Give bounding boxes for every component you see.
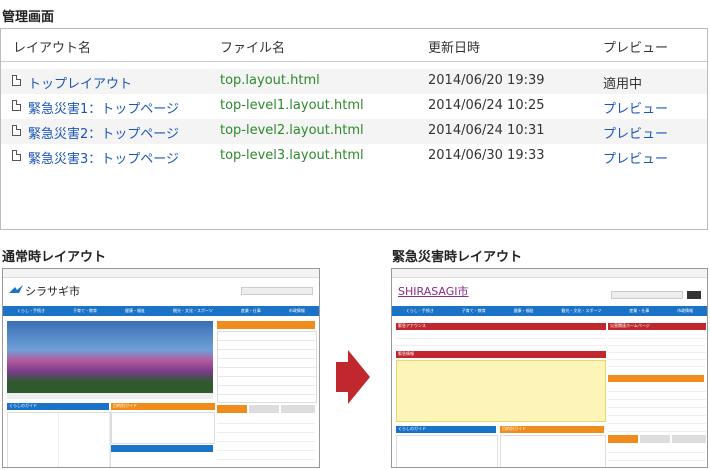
nav-item[interactable]: 産業・仕事 — [241, 308, 261, 314]
search-button[interactable] — [687, 291, 701, 299]
normal-layout-title: 通常時レイアウト — [2, 250, 107, 265]
applied-status: 適用中 — [603, 77, 643, 92]
col-updated[interactable]: 更新日時 — [428, 37, 480, 56]
site-name[interactable]: SHIRASAGI市 — [398, 283, 469, 299]
news-list — [608, 445, 706, 467]
disaster-links-list — [608, 332, 706, 372]
life-guide-header: くらしのガイド — [396, 426, 496, 433]
other-tab[interactable] — [672, 435, 706, 443]
nav-item[interactable]: 子育て・教育 — [462, 308, 486, 314]
purpose-guide-header: 目的別ガイド — [500, 426, 604, 433]
bird-logo-icon — [9, 285, 23, 295]
life-guide-grid — [7, 412, 111, 467]
utility-bar — [3, 269, 319, 278]
purpose-guide-header: 目的別ガイド — [111, 403, 215, 410]
preview-link[interactable]: プレビュー — [603, 148, 668, 167]
emergency-info-box — [396, 360, 606, 422]
nav-item[interactable]: 観光・文化・スポーツ — [173, 308, 213, 314]
admin-title: 管理画面 — [2, 10, 55, 25]
disaster-links-header: 災害関連ホームページ — [608, 323, 706, 330]
life-guide-grid — [396, 435, 498, 467]
event-tab[interactable] — [249, 405, 279, 413]
news-tab[interactable] — [217, 405, 247, 413]
utility-bar — [392, 269, 707, 278]
document-icon — [12, 100, 21, 111]
hero-controls[interactable] — [7, 393, 213, 399]
purpose-guide-list — [500, 435, 606, 467]
nav-item[interactable]: くらし・手続き — [17, 308, 45, 314]
file-name: top-level3.layout.html — [220, 148, 364, 163]
notice-list — [217, 331, 317, 403]
nav-item[interactable]: 健康・福祉 — [514, 308, 534, 314]
announcement-header: 緊急アナウンス — [396, 323, 606, 330]
updated-date: 2014/06/24 10:25 — [428, 98, 545, 113]
document-icon — [12, 150, 21, 161]
nav-item[interactable]: 観光・文化・スポーツ — [561, 308, 601, 314]
announcement-text — [396, 332, 606, 348]
col-preview: プレビュー — [603, 41, 669, 56]
search-box[interactable] — [241, 287, 313, 295]
table-row: 緊急災害2：トップページ top-level2.layout.html 2014… — [1, 119, 707, 144]
layout-name-link[interactable]: 緊急災害1：トップページ — [28, 98, 179, 117]
global-nav: くらし・手続き 子育て・教育 健康・福祉 観光・文化・スポーツ 産業・仕事 市政… — [392, 306, 707, 316]
global-nav: くらし・手続き 子育て・教育 健康・福祉 観光・文化・スポーツ 産業・仕事 市政… — [3, 306, 319, 316]
document-icon — [12, 75, 21, 86]
other-tab[interactable] — [281, 405, 315, 413]
emergency-info-header: 緊急情報 — [396, 351, 606, 358]
table-row: 緊急災害3：トップページ top-level3.layout.html 2014… — [1, 144, 707, 169]
life-guide-header: くらしのガイド — [7, 403, 109, 410]
notice-header — [217, 321, 315, 329]
table-header: レイアウト名 ファイル名 更新日時 プレビュー — [1, 29, 707, 62]
emergency-layout-title: 緊急災害時レイアウト — [392, 250, 523, 265]
layout-table: レイアウト名 ファイル名 更新日時 プレビュー トップレイアウト top.lay… — [0, 28, 708, 230]
hero-photo — [7, 321, 213, 393]
search-box[interactable] — [611, 291, 683, 299]
nav-item[interactable]: 市政情報 — [677, 308, 693, 314]
online-service-header — [111, 445, 213, 452]
table-row: トップレイアウト top.layout.html 2014/06/20 19:3… — [1, 69, 707, 94]
news-tab[interactable] — [608, 435, 638, 443]
site-name[interactable]: シラサギ市 — [25, 283, 80, 299]
news-list — [217, 415, 315, 467]
event-tab[interactable] — [640, 435, 670, 443]
updated-date: 2014/06/24 10:31 — [428, 123, 545, 138]
updated-date: 2014/06/30 19:33 — [428, 148, 545, 163]
emergency-layout-preview: SHIRASAGI市 くらし・手続き 子育て・教育 健康・福祉 観光・文化・スポ… — [391, 268, 708, 468]
nav-item[interactable]: 市政情報 — [289, 308, 305, 314]
notice-list — [608, 384, 706, 432]
layout-name-link[interactable]: 緊急災害2：トップページ — [28, 123, 179, 142]
layout-name-link[interactable]: トップレイアウト — [28, 73, 132, 92]
purpose-guide-list — [111, 412, 215, 444]
nav-item[interactable]: くらし・手続き — [406, 308, 434, 314]
file-name: top-level1.layout.html — [220, 98, 364, 113]
table-row: 緊急災害1：トップページ top-level1.layout.html 2014… — [1, 94, 707, 119]
nav-item[interactable]: 子育て・教育 — [73, 308, 97, 314]
updated-date: 2014/06/20 19:39 — [428, 73, 545, 88]
right-arrow-icon — [348, 350, 370, 404]
file-name: top-level2.layout.html — [220, 123, 364, 138]
nav-item[interactable]: 産業・仕事 — [629, 308, 649, 314]
document-icon — [12, 125, 21, 136]
normal-layout-preview: シラサギ市 くらし・手続き 子育て・教育 健康・福祉 観光・文化・スポーツ 産業… — [2, 268, 320, 468]
file-name: top.layout.html — [220, 73, 320, 88]
preview-link[interactable]: プレビュー — [603, 123, 668, 142]
col-layout-name[interactable]: レイアウト名 — [13, 37, 91, 56]
nav-item[interactable]: 健康・福祉 — [125, 308, 145, 314]
preview-link[interactable]: プレビュー — [603, 98, 668, 117]
col-file-name[interactable]: ファイル名 — [220, 37, 285, 56]
layout-name-link[interactable]: 緊急災害3：トップページ — [28, 148, 179, 167]
notice-header — [608, 375, 704, 382]
